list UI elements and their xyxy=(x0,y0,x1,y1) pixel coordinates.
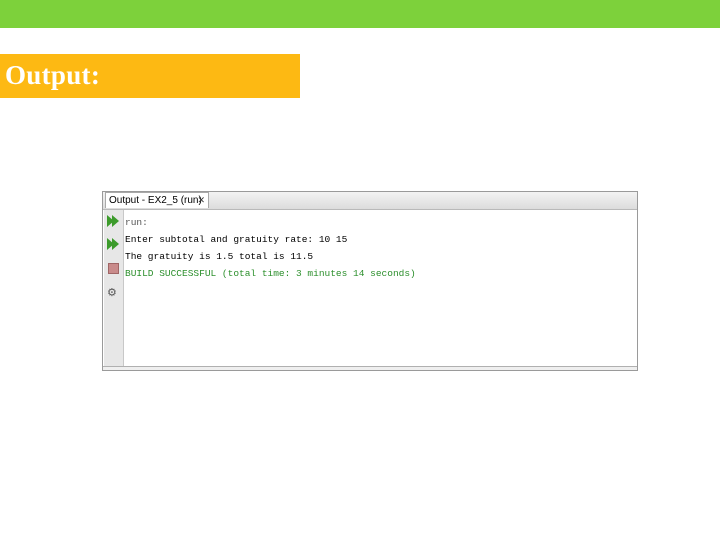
close-icon[interactable]: ✕ xyxy=(197,193,205,208)
rerun-with-options-icon[interactable] xyxy=(107,237,120,252)
tab-title: Output - EX2_5 (run) xyxy=(109,195,202,206)
console-line: The gratuity is 1.5 total is 11.5 xyxy=(125,251,314,262)
console-output: run: Enter subtotal and gratuity rate: 1… xyxy=(125,214,633,367)
console-line: Enter subtotal and gratuity rate: 10 15 xyxy=(125,234,348,245)
page-title: Output: xyxy=(5,60,101,90)
output-toolbar: ⚙ xyxy=(104,210,124,367)
console-line: run: xyxy=(125,217,148,228)
stop-icon[interactable] xyxy=(107,262,120,277)
rerun-icon[interactable] xyxy=(107,214,120,229)
window-bottom-edge xyxy=(103,366,637,370)
output-options-icon[interactable]: ⚙ xyxy=(107,286,120,301)
heading-banner: Output: xyxy=(0,54,300,98)
tab-output[interactable]: Output - EX2_5 (run) ✕ xyxy=(105,192,209,208)
top-accent-bar xyxy=(0,0,720,28)
tab-strip: Output - EX2_5 (run) ✕ xyxy=(103,192,637,210)
console-line: BUILD SUCCESSFUL (total time: 3 minutes … xyxy=(125,268,416,279)
output-window: Output - EX2_5 (run) ✕ ⚙ run: Enter subt… xyxy=(102,191,638,371)
